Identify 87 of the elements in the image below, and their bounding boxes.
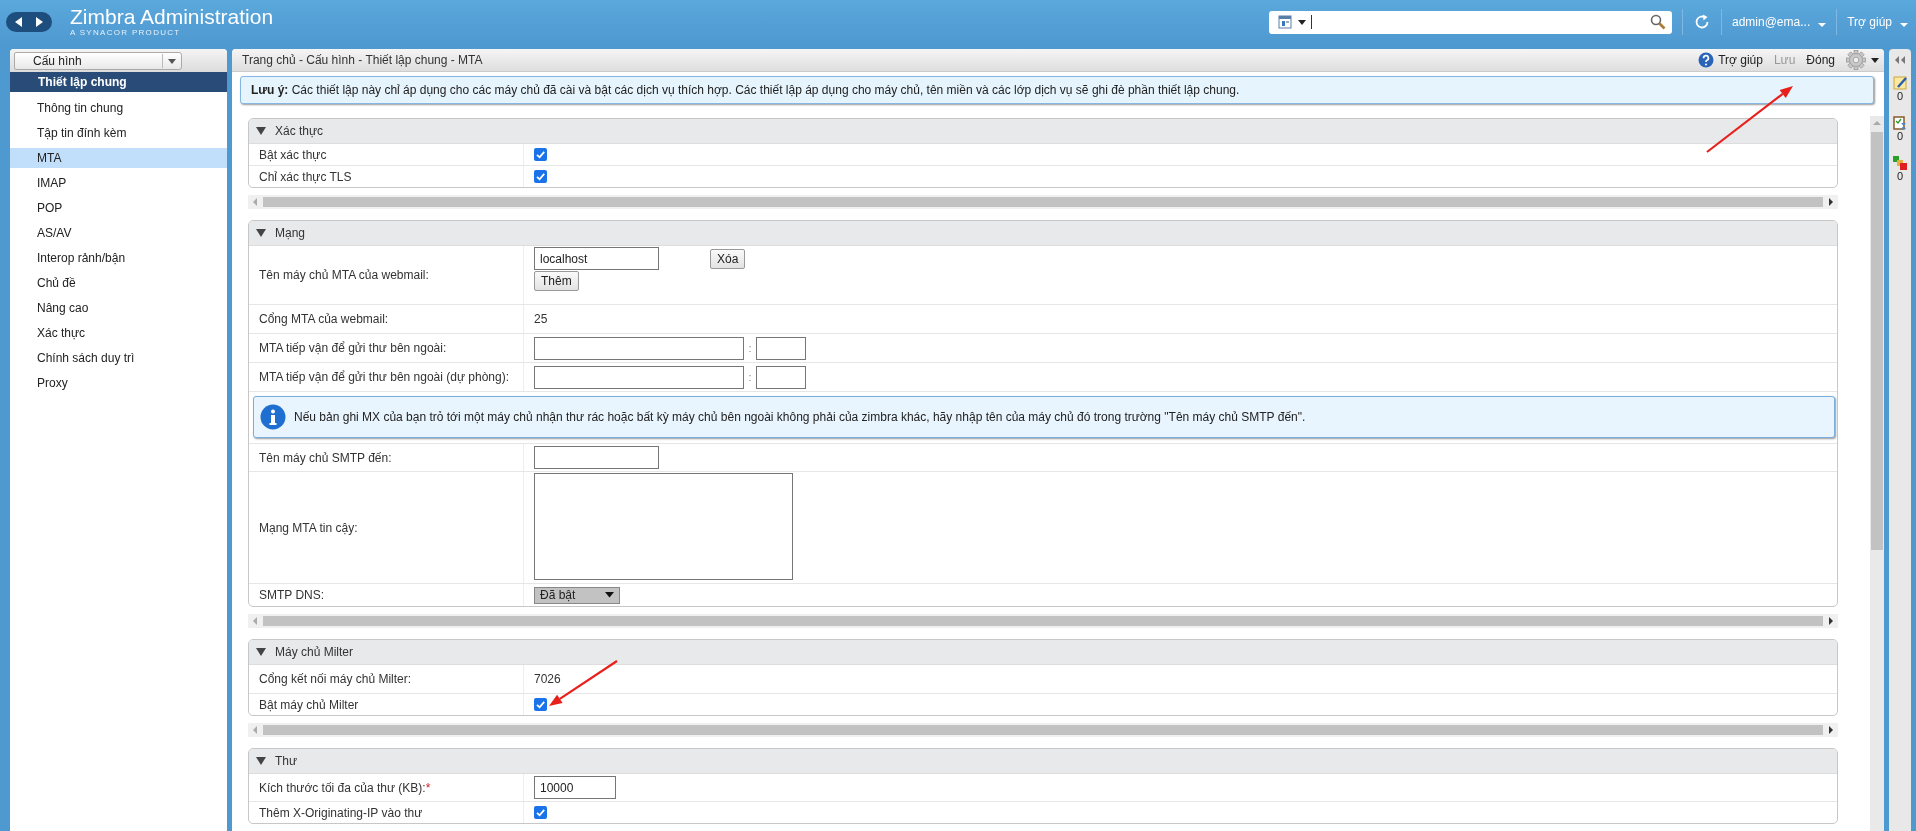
field-value: 7026 xyxy=(534,672,562,686)
info-text: Nếu bản ghi MX của bạn trỏ tới một máy chủ nhận thư rác hoặc bất kỳ máy chủ bên ngoài không phải của zimbra khác, hãy nhập tên của máy chủ đó trong trường "Tên máy chủ SMTP đến". xyxy=(294,410,1306,424)
collapse-icon[interactable] xyxy=(255,227,267,239)
help-icon xyxy=(1698,52,1715,68)
field-label: MTA tiếp vận để gửi thư bên ngoài: xyxy=(259,341,447,355)
task-icon[interactable] xyxy=(1893,116,1907,130)
collapse-icon[interactable] xyxy=(255,646,267,658)
scroll-right-icon[interactable] xyxy=(1827,197,1835,207)
remove-button[interactable]: Xóa xyxy=(710,249,746,269)
collapse-icon[interactable] xyxy=(255,755,267,767)
sidebar-item[interactable]: Nâng cao xyxy=(10,298,227,318)
sidebar-heading[interactable]: Thiết lập chung xyxy=(10,72,227,92)
host-field[interactable] xyxy=(534,365,744,389)
squares-icon[interactable] xyxy=(1893,156,1907,170)
search-field[interactable] xyxy=(1269,10,1672,34)
sidebar-item[interactable]: MTA xyxy=(10,148,227,168)
breadcrumb: Trang chủ - Cấu hình - Thiết lập chung - MTA xyxy=(242,53,483,67)
caret-icon xyxy=(605,592,614,598)
port-field[interactable] xyxy=(756,336,806,360)
horizontal-scrollbar[interactable] xyxy=(248,614,1838,628)
required-mark: * xyxy=(425,780,431,795)
collapse-icon[interactable] xyxy=(255,125,267,137)
horizontal-scrollbar[interactable] xyxy=(248,195,1838,209)
sidebar-item[interactable]: Chính sách duy trì xyxy=(10,348,227,368)
note-banner: Lưu ý: Các thiết lập này chỉ áp dụng cho các máy chủ đã cài và bật các dịch vụ thích hợp. Các thiết lập áp dụng cho máy chủ, tên miền và các lớp dịch vụ sẽ ghi đè phần thiết lập chung. xyxy=(240,76,1874,104)
field-label: Chỉ xác thực TLS xyxy=(259,169,352,184)
separator: : xyxy=(747,342,753,354)
add-button[interactable]: Thêm xyxy=(534,271,579,291)
caret-icon[interactable] xyxy=(1870,55,1880,65)
field-label: SMTP DNS: xyxy=(259,588,325,602)
field-label: Tên máy chủ SMTP đến: xyxy=(259,450,392,465)
field-label: Thêm X-Originating-IP vào thư xyxy=(259,805,423,820)
field-label: Cổng MTA của webmail: xyxy=(259,312,389,326)
field-label: Kích thước tối đa của thư (KB): xyxy=(259,780,426,795)
count-label: 0 xyxy=(1896,90,1904,102)
field-label: Cổng kết nối máy chủ Milter: xyxy=(259,672,412,686)
horizontal-scrollbar[interactable] xyxy=(248,723,1838,737)
sidebar-item[interactable]: Interop rảnh/bận xyxy=(10,248,227,268)
input-field[interactable]: localhost xyxy=(534,247,659,270)
port-field[interactable] xyxy=(756,365,806,389)
field-label: Bật xác thực xyxy=(259,147,327,162)
input-field[interactable]: 10000 xyxy=(534,776,616,799)
note-icon[interactable] xyxy=(1893,76,1907,90)
info-icon xyxy=(260,404,286,430)
field-value: 25 xyxy=(534,312,549,326)
help-button[interactable]: Trợ giúp xyxy=(1698,52,1763,68)
caret-icon xyxy=(1818,20,1827,28)
sidebar-item[interactable]: Chủ đề xyxy=(10,273,227,293)
section-header[interactable]: Mạng xyxy=(249,221,1837,246)
separator: : xyxy=(747,371,753,383)
vertical-scrollbar[interactable] xyxy=(1870,116,1884,831)
field-label: Tên máy chủ MTA của webmail: xyxy=(259,268,429,282)
caret-icon[interactable] xyxy=(1298,18,1306,26)
section-header[interactable]: Máy chủ Milter xyxy=(249,640,1837,665)
checkbox[interactable] xyxy=(534,698,547,711)
sidebar-item[interactable]: Tập tin đính kèm xyxy=(10,123,227,143)
app-subtitle: A SYNACOR PRODUCT xyxy=(70,27,182,37)
sidebar-item[interactable]: POP xyxy=(10,198,227,218)
sidebar-item[interactable]: IMAP xyxy=(10,173,227,193)
text-area[interactable] xyxy=(534,473,793,580)
sidebar-item[interactable]: Proxy xyxy=(10,373,227,393)
sidebar-item[interactable]: Xác thực xyxy=(10,323,227,343)
checkbox[interactable] xyxy=(534,148,547,161)
count-label: 0 xyxy=(1896,130,1904,142)
scroll-right-icon[interactable] xyxy=(1827,616,1835,626)
close-button[interactable]: Đóng xyxy=(1806,53,1835,67)
section-dropdown[interactable]: Cấu hình xyxy=(14,51,182,70)
input-field[interactable] xyxy=(534,446,659,469)
count-label: 0 xyxy=(1896,170,1904,182)
checkbox[interactable] xyxy=(534,170,547,183)
field-label: MTA tiếp vận để gửi thư bên ngoài (dự phòng): xyxy=(259,370,510,384)
field-label: Mạng MTA tin cậy: xyxy=(259,520,358,535)
contact-icon[interactable] xyxy=(1277,14,1293,30)
host-field[interactable] xyxy=(534,336,744,360)
app-title: Zimbra Administration xyxy=(70,5,274,28)
sidebar-item[interactable]: AS/AV xyxy=(10,223,227,243)
scroll-right-icon[interactable] xyxy=(1827,725,1835,735)
section-header[interactable]: Thư xyxy=(249,749,1837,774)
caret-icon xyxy=(1900,20,1908,28)
sidebar-item[interactable]: Thông tin chung xyxy=(10,98,227,118)
collapse-icon[interactable] xyxy=(1893,54,1907,66)
select-dropdown[interactable]: Đã bật xyxy=(534,586,620,604)
search-icon[interactable] xyxy=(1650,14,1666,30)
refresh-icon[interactable] xyxy=(1693,13,1711,31)
section-header[interactable]: Xác thực xyxy=(249,119,1837,144)
checkbox[interactable] xyxy=(534,806,547,819)
field-label: Bật máy chủ Milter xyxy=(259,697,359,712)
